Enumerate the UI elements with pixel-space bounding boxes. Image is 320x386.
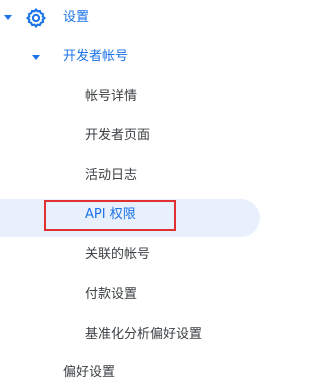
nav-item-label: 设置 — [63, 10, 90, 25]
nav-item-developer-page[interactable]: 开发者页面 — [0, 118, 288, 154]
nav-item-label: 付款设置 — [85, 287, 138, 302]
nav-item-benchmark-preferences[interactable]: 基准化分析偏好设置 — [0, 317, 288, 353]
nav-item-label: 基准化分析偏好设置 — [85, 327, 203, 342]
nav-item-account-details[interactable]: 帐号详情 — [0, 79, 288, 115]
settings-navigation: 设置 开发者帐号 帐号详情 开发者页面 活动日志 API 权限 关联的帐号 付款… — [0, 0, 288, 386]
nav-item-linked-accounts[interactable]: 关联的帐号 — [0, 237, 288, 273]
expand-caret-icon[interactable] — [4, 15, 12, 20]
annotation-highlight-box — [44, 200, 176, 231]
nav-item-preferences[interactable]: 偏好设置 — [0, 355, 288, 386]
nav-item-label: 活动日志 — [85, 168, 138, 183]
nav-item-label: 开发者帐号 — [63, 49, 129, 64]
nav-item-label: 开发者页面 — [85, 128, 151, 143]
gear-icon — [26, 8, 46, 28]
nav-item-activity-log[interactable]: 活动日志 — [0, 158, 288, 194]
nav-item-label: 帐号详情 — [85, 89, 138, 104]
nav-item-label: 偏好设置 — [63, 365, 116, 380]
nav-item-label: 关联的帐号 — [85, 247, 151, 262]
nav-item-payment-settings[interactable]: 付款设置 — [0, 277, 288, 313]
nav-item-settings[interactable]: 设置 — [0, 0, 288, 36]
nav-item-developer-account[interactable]: 开发者帐号 — [0, 39, 288, 75]
expand-caret-icon[interactable] — [32, 55, 40, 60]
